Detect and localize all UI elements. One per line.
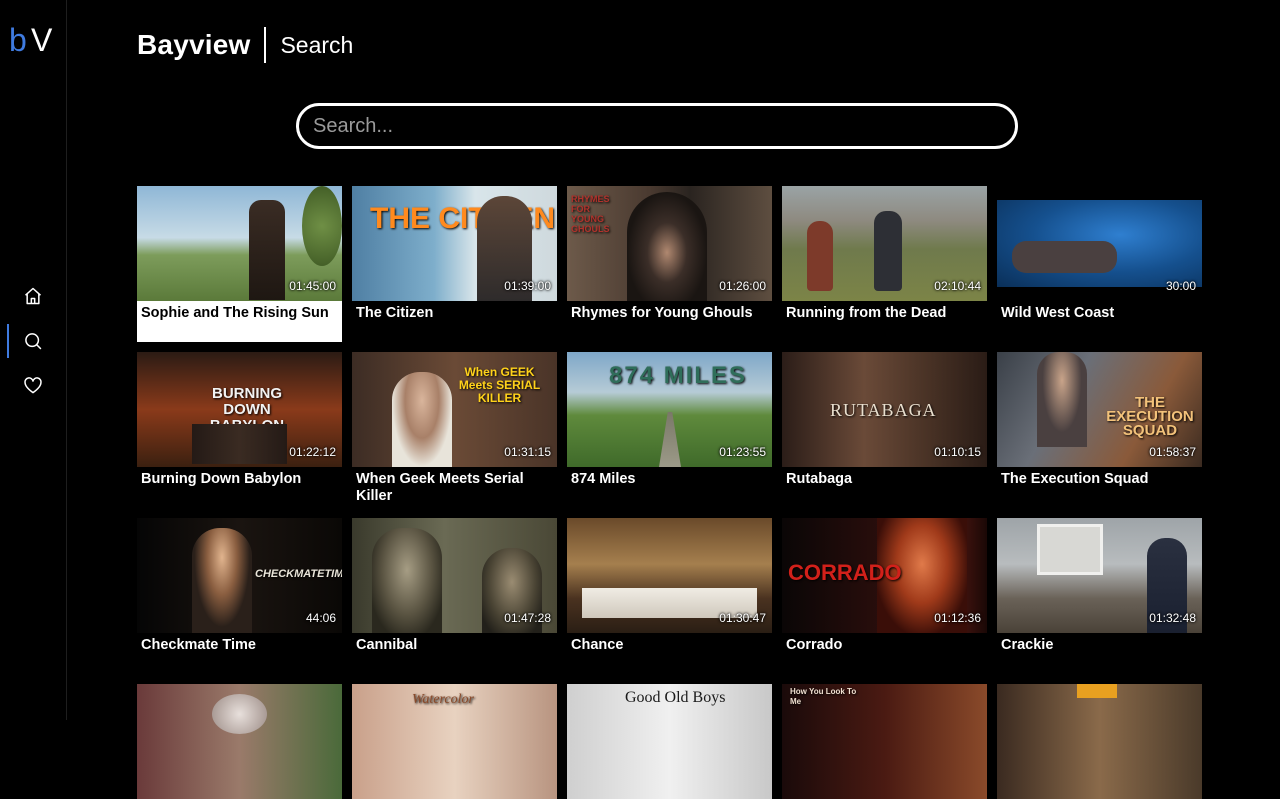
thumbnail: CORRADO 01:12:36 — [782, 518, 987, 633]
result-title: Rutabaga — [786, 471, 853, 487]
result-card-geek[interactable]: When GEEK Meets SERIAL KILLER 01:31:15 W… — [352, 352, 557, 505]
duration-badge: 44:06 — [305, 611, 336, 625]
thumbnail: THE EXECUTION SQUAD 01:58:37 — [997, 352, 1202, 467]
sidebar: b V — [0, 0, 67, 720]
thumbnail: 01:30:47 — [567, 518, 772, 633]
thumbnail — [137, 684, 342, 799]
svg-text:V: V — [31, 24, 53, 56]
result-card-row4-5[interactable] — [997, 684, 1202, 799]
duration-badge: 01:26:00 — [719, 279, 766, 293]
result-card-crackie[interactable]: 01:32:48 Crackie — [997, 518, 1202, 654]
thumbnail: 30:00 — [997, 186, 1202, 301]
result-card-row4-2[interactable]: Watercolor — [352, 684, 557, 799]
duration-badge: 01:23:55 — [719, 445, 766, 459]
thumbnail: 01:47:28 — [352, 518, 557, 633]
duration-badge: 02:10:44 — [934, 279, 981, 293]
result-title: Crackie — [1001, 637, 1054, 653]
poster-title-art: CHECKMATETIME — [255, 568, 342, 580]
duration-badge: 01:45:00 — [289, 279, 336, 293]
poster-title-art: CORRADO — [788, 560, 902, 585]
result-card-cannibal[interactable]: 01:47:28 Cannibal — [352, 518, 557, 654]
result-title: Cannibal — [356, 637, 418, 653]
result-card-babylon[interactable]: BURNING DOWN BABYLON 01:22:12 Burning Do… — [137, 352, 342, 488]
result-title: Running from the Dead — [786, 305, 947, 321]
result-card-checkmate[interactable]: CHECKMATETIME 44:06 Checkmate Time — [137, 518, 342, 654]
duration-badge: 01:12:36 — [934, 611, 981, 625]
result-card-rhymes[interactable]: RHYMES FOR YOUNG GHOULS 01:26:00 Rhymes … — [567, 186, 772, 322]
sidebar-item-home[interactable] — [0, 279, 66, 313]
poster-title-art: When GEEK Meets SERIAL KILLER — [458, 365, 541, 405]
duration-badge: 01:39:00 — [504, 279, 551, 293]
thumbnail: RHYMES FOR YOUNG GHOULS 01:26:00 — [567, 186, 772, 301]
result-card-chance[interactable]: 01:30:47 Chance — [567, 518, 772, 654]
result-title: When Geek Meets Serial Killer — [356, 471, 524, 504]
result-card-row4-3[interactable]: Good Old Boys — [567, 684, 772, 799]
thumbnail — [997, 684, 1202, 799]
result-card-execution-squad[interactable]: THE EXECUTION SQUAD 01:58:37 The Executi… — [997, 352, 1202, 488]
thumbnail: 01:45:00 — [137, 186, 342, 301]
header-divider — [264, 27, 267, 63]
thumbnail: 01:32:48 — [997, 518, 1202, 633]
thumbnail: How You Look To Me — [782, 684, 987, 799]
poster-title-art: How You Look To Me — [790, 687, 857, 706]
thumbnail: THE CITIZEN 01:39:00 — [352, 186, 557, 301]
duration-badge: 01:10:15 — [934, 445, 981, 459]
search-icon — [25, 333, 42, 350]
thumbnail: 02:10:44 — [782, 186, 987, 301]
result-card-citizen[interactable]: THE CITIZEN 01:39:00 The Citizen — [352, 186, 557, 322]
svg-text:b: b — [9, 24, 27, 56]
poster-title-art: RHYMES FOR YOUNG GHOULS — [571, 194, 610, 234]
thumbnail: When GEEK Meets SERIAL KILLER 01:31:15 — [352, 352, 557, 467]
result-card-row4-4[interactable]: How You Look To Me — [782, 684, 987, 799]
result-title: Corrado — [786, 637, 843, 653]
poster-title-art: Good Old Boys — [625, 689, 726, 706]
poster-title-art: 874 MILES — [609, 362, 748, 389]
duration-badge: 01:30:47 — [719, 611, 766, 625]
search-input[interactable] — [296, 103, 1018, 149]
thumbnail: Good Old Boys — [567, 684, 772, 799]
brand-name: Bayview — [137, 29, 251, 60]
poster-title-art: RUTABAGA — [830, 400, 937, 420]
result-card-sophie[interactable]: 01:45:00 Sophie and The Rising Sun — [137, 186, 342, 342]
page-title: Search — [280, 31, 354, 58]
result-card-wild-west-coast[interactable]: 30:00 Wild West Coast — [997, 186, 1202, 322]
result-title: 874 Miles — [571, 471, 636, 487]
result-title: Burning Down Babylon — [141, 471, 302, 487]
result-title: Wild West Coast — [1001, 305, 1115, 321]
result-title: Sophie and The Rising Sun — [141, 305, 329, 321]
thumbnail: CHECKMATETIME 44:06 — [137, 518, 342, 633]
result-card-corrado[interactable]: CORRADO 01:12:36 Corrado — [782, 518, 987, 654]
result-card-rutabaga[interactable]: RUTABAGA 01:10:15 Rutabaga — [782, 352, 987, 488]
duration-badge: 30:00 — [1165, 279, 1196, 293]
result-card-running[interactable]: 02:10:44 Running from the Dead — [782, 186, 987, 322]
sidebar-item-search[interactable] — [0, 324, 66, 358]
duration-badge: 01:32:48 — [1149, 611, 1196, 625]
duration-badge: 01:47:28 — [504, 611, 551, 625]
thumbnail: 874 MILES 01:23:55 — [567, 352, 772, 467]
bayview-logo: b V — [9, 24, 53, 56]
result-title: The Citizen — [356, 305, 434, 321]
home-icon — [25, 287, 41, 305]
thumbnail: BURNING DOWN BABYLON 01:22:12 — [137, 352, 342, 467]
thumbnail: RUTABAGA 01:10:15 — [782, 352, 987, 467]
result-title: Rhymes for Young Ghouls — [571, 305, 753, 321]
poster-title-art: THE EXECUTION SQUAD — [1106, 394, 1194, 439]
result-card-874-miles[interactable]: 874 MILES 01:23:55 874 Miles — [567, 352, 772, 488]
sidebar-item-favorites[interactable] — [0, 369, 66, 403]
duration-badge: 01:58:37 — [1149, 445, 1196, 459]
page-header: Bayview Search — [137, 26, 353, 64]
result-title: Checkmate Time — [141, 637, 256, 653]
result-title: The Execution Squad — [1001, 471, 1149, 487]
duration-badge: 01:31:15 — [504, 445, 551, 459]
heart-icon — [24, 377, 42, 394]
duration-badge: 01:22:12 — [289, 445, 336, 459]
poster-title-art: Watercolor — [412, 692, 474, 707]
result-card-row4-1[interactable] — [137, 684, 342, 799]
result-title: Chance — [571, 637, 624, 653]
thumbnail: Watercolor — [352, 684, 557, 799]
